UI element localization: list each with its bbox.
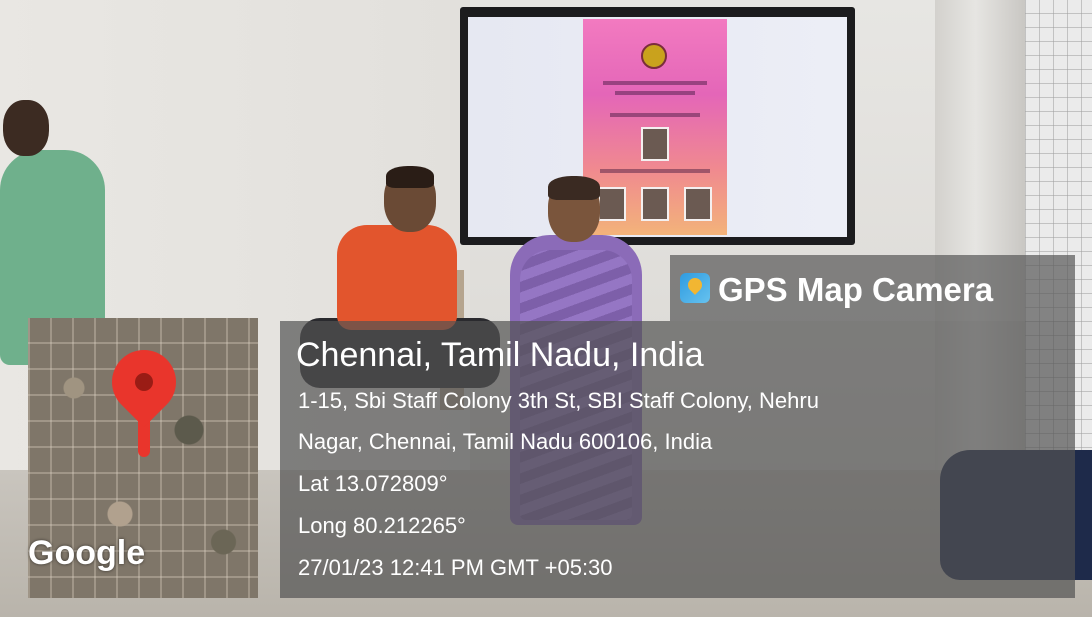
longitude-readout: Long 80.212265° bbox=[298, 513, 466, 538]
poster-text-line bbox=[603, 81, 707, 85]
address-line-2: Nagar, Chennai, Tamil Nadu 600106, India bbox=[298, 429, 713, 454]
wall-tv bbox=[460, 7, 855, 245]
man-orange-shirt bbox=[337, 225, 457, 330]
poster-text-line bbox=[600, 169, 710, 173]
poster-text-line bbox=[610, 113, 700, 117]
poster-emblem bbox=[641, 43, 667, 69]
location-city: Chennai, Tamil Nadu, India bbox=[296, 336, 704, 374]
poster-speaker-photo bbox=[641, 187, 669, 221]
poster-speaker-photo bbox=[641, 127, 669, 161]
timestamp-readout: 27/01/23 12:41 PM GMT +05:30 bbox=[298, 555, 613, 580]
woman-hair bbox=[548, 176, 600, 200]
poster-speaker-photo bbox=[598, 187, 626, 221]
poster-text-line bbox=[615, 91, 695, 95]
location-pin-dot bbox=[131, 369, 157, 395]
man-hair bbox=[386, 166, 434, 188]
latitude-readout: Lat 13.072809° bbox=[298, 471, 448, 496]
poster-speaker-photo bbox=[684, 187, 712, 221]
address-line-1: 1-15, Sbi Staff Colony 3th St, SBI Staff… bbox=[298, 388, 819, 413]
person-left-head bbox=[3, 100, 49, 156]
gps-app-title: GPS Map Camera bbox=[718, 271, 994, 308]
app-icon-pin bbox=[685, 275, 705, 295]
event-poster bbox=[583, 19, 727, 235]
google-logo: Google bbox=[28, 534, 146, 572]
gps-map-camera-app-icon bbox=[680, 273, 710, 303]
tv-screen bbox=[468, 17, 847, 237]
